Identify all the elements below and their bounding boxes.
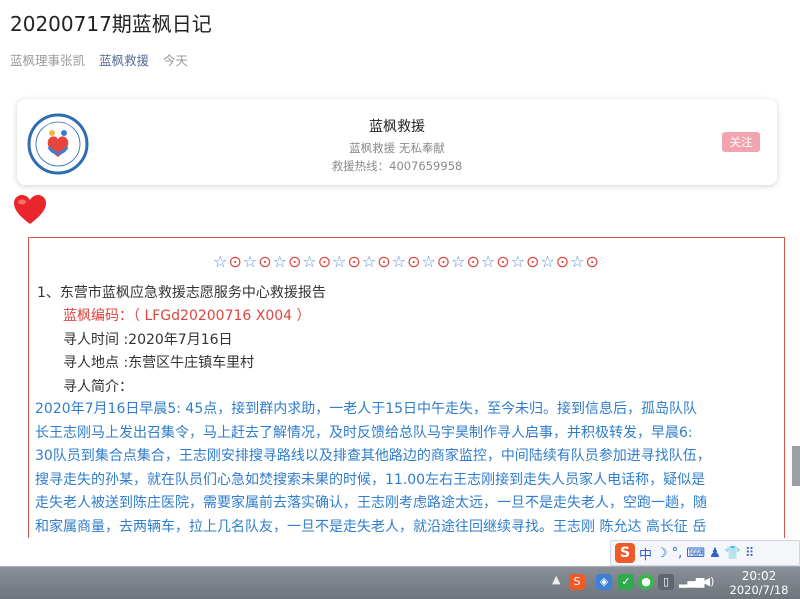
star-glyph: ☆ <box>332 252 348 271</box>
star-glyph: ☆ <box>242 252 259 271</box>
circle-glyph: ⊙ <box>555 252 571 271</box>
volume-tray-icon[interactable]: ◀) <box>700 574 716 590</box>
search-time: 寻人时间 :2020年7月16日 <box>63 332 233 348</box>
account-link[interactable]: 蓝枫救援 <box>99 53 149 68</box>
star-glyph: ☆ <box>272 252 288 271</box>
report-body: 2020年7月16日早晨5: 45点，接到群内求助，一老人于15日中午走失，至今… <box>35 398 777 538</box>
circle-glyph: ⊙ <box>287 252 303 271</box>
star-glyph: ☆ <box>540 252 556 271</box>
article-title: 20200717期蓝枫日记 <box>10 12 212 36</box>
sogou-logo-icon[interactable]: S <box>615 543 635 563</box>
body-line: 搜寻走失的孙某，就在队员们心急如焚搜索未果的时候，11.00左右王志刚接到走失人… <box>35 471 706 488</box>
star-glyph: ☆ <box>480 252 497 271</box>
body-line: 和家属商量，去两辆车，拉上几名队友，一旦不是走失老人，就沿途往回继续寻找。王志刚… <box>35 518 707 535</box>
wechat-tray-icon[interactable]: ● <box>638 574 654 590</box>
article-meta: 蓝枫理事张凯 蓝枫救援 今天 <box>10 50 198 69</box>
circle-glyph: ⊙ <box>347 252 362 271</box>
account-card[interactable]: 蓝枫救援 蓝枫救援 无私奉献 救援热线：4007659958 关注 <box>17 99 777 185</box>
circle-glyph: ⊙ <box>377 252 392 271</box>
search-place: 寻人地点 :东营区牛庄镇车里村 <box>63 355 255 371</box>
ime-halfwidth-icon[interactable]: ☽ <box>656 546 668 561</box>
circle-glyph: ⊙ <box>525 252 541 271</box>
report-content: ☆⊙☆⊙☆⊙☆⊙☆⊙☆⊙☆⊙☆⊙☆⊙☆⊙☆⊙☆⊙☆⊙ 1、东营市蓝枫应急救援志愿… <box>28 237 785 538</box>
ime-keyboard-icon[interactable]: ⌨ <box>686 546 705 561</box>
body-line: 2020年7月16日早晨5: 45点，接到群内求助，一老人于15日中午走失，至今… <box>35 401 698 417</box>
follow-button[interactable]: 关注 <box>722 132 760 152</box>
circle-glyph: ⊙ <box>258 252 273 271</box>
scrollbar-handle[interactable] <box>792 446 800 486</box>
circle-glyph: ⊙ <box>228 252 243 271</box>
ime-punctuation-icon[interactable]: °, <box>672 546 683 561</box>
star-glyph: ☆ <box>451 252 467 271</box>
star-glyph: ☆ <box>302 252 318 271</box>
account-hotline: 救援热线：4007659958 <box>331 159 463 173</box>
search-intro-label: 寻人简介： <box>63 379 133 395</box>
ime-toolbar[interactable]: S 中 ☽ °, ⌨ ♟ 👕 ⠿ <box>610 540 800 566</box>
circle-glyph: ⊙ <box>496 252 511 271</box>
star-glyph: ☆ <box>391 252 407 271</box>
circle-glyph: ⊙ <box>406 252 422 271</box>
tray-expand-icon[interactable]: ▲ <box>552 573 562 593</box>
clock-date[interactable]: 2020/7/18 <box>722 583 796 597</box>
circle-glyph: ⊙ <box>436 252 452 271</box>
body-line: 走失老人被送到陈庄医院，需要家属前去落实确认，王志刚考虑路途太远，一旦不是走失老… <box>35 495 707 511</box>
account-name: 蓝枫救援 <box>369 119 425 135</box>
ime-skin-icon[interactable]: 👕 <box>725 546 741 561</box>
body-line: 长王志刚马上发出召集令，马上赶去了解情况，及时反馈给总队马宇昊制作寻人启事，并积… <box>35 424 693 441</box>
star-glyph: ☆ <box>421 252 437 271</box>
author-name: 蓝枫理事张凯 <box>10 53 86 68</box>
body-line: 30队员到集合点集合，王志刚安排搜寻路线以及排查其他路边的商家监控，中间陆续有队… <box>35 448 711 464</box>
circle-glyph: ⊙ <box>585 252 600 271</box>
security-tray-icon[interactable]: ✓ <box>618 574 634 590</box>
account-slogan: 蓝枫救援 无私奉献 <box>349 141 445 155</box>
signal-tray-icon[interactable]: ▂▄▆ <box>679 574 704 590</box>
heart-icon <box>14 195 46 224</box>
ime-user-icon[interactable]: ♟ <box>709 546 721 561</box>
star-glyph: ☆ <box>570 252 586 271</box>
ime-toolbox-icon[interactable]: ⠿ <box>745 546 755 561</box>
publish-date: 今天 <box>163 53 189 68</box>
ime-chinese-mode[interactable]: 中 <box>639 544 652 563</box>
star-glyph: ☆ <box>213 252 229 271</box>
clock-time[interactable]: 20:02 <box>729 569 789 583</box>
sogou-tray-icon[interactable]: S <box>569 574 585 590</box>
circle-glyph: ⊙ <box>317 252 333 271</box>
report-heading: 1、东营市蓝枫应急救援志愿服务中心救援报告 <box>37 285 326 301</box>
report-code: 蓝枫编码：（ LFGd20200716 X004 ） <box>63 308 311 324</box>
taskbar: ▲ S ◈ ✓ ● ▯ ▂▄▆ ◀) 20:02 2020/7/18 <box>0 566 800 599</box>
circle-glyph: ⊙ <box>466 252 481 271</box>
star-glyph: ☆ <box>361 252 378 271</box>
decoration-line: ☆⊙☆⊙☆⊙☆⊙☆⊙☆⊙☆⊙☆⊙☆⊙☆⊙☆⊙☆⊙☆⊙ <box>29 252 784 271</box>
shield-tray-icon[interactable]: ◈ <box>596 574 612 590</box>
usb-tray-icon[interactable]: ▯ <box>658 574 674 590</box>
star-glyph: ☆ <box>510 252 526 271</box>
